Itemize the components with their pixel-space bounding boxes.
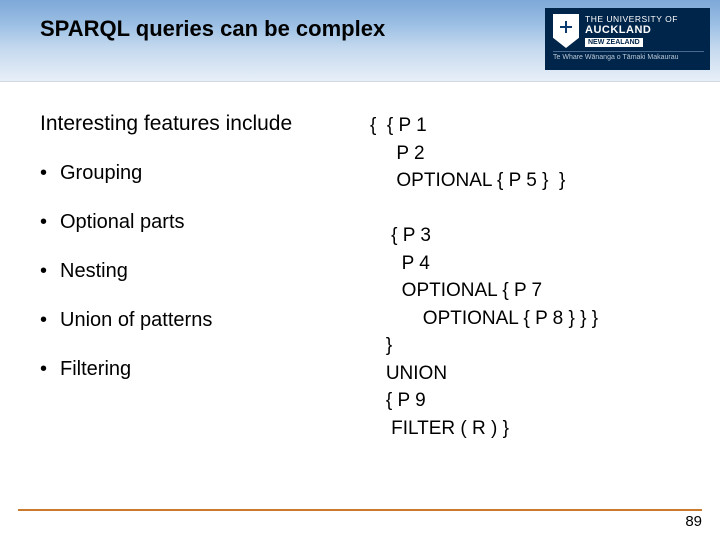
footer-rule xyxy=(18,509,702,511)
intro-text: Interesting features include xyxy=(40,112,370,136)
list-item: Optional parts xyxy=(40,211,370,234)
slide-header: SPARQL queries can be complex THE UNIVER… xyxy=(0,0,720,82)
page-number: 89 xyxy=(18,513,702,530)
list-item: Nesting xyxy=(40,260,370,283)
list-item: Grouping xyxy=(40,162,370,185)
left-column: Interesting features include Grouping Op… xyxy=(40,112,370,443)
list-item: Union of patterns xyxy=(40,309,370,332)
code-block: { { P 1 P 2 OPTIONAL { P 5 } } { P 3 P 4… xyxy=(370,112,690,443)
logo-maori: Te Whare Wānanga o Tāmaki Makaurau xyxy=(553,51,704,61)
feature-list: Grouping Optional parts Nesting Union of… xyxy=(40,162,370,381)
slide-footer: 89 xyxy=(0,509,720,530)
slide: SPARQL queries can be complex THE UNIVER… xyxy=(0,0,720,540)
slide-body: Interesting features include Grouping Op… xyxy=(0,82,720,443)
university-logo: THE UNIVERSITY OF AUCKLAND NEW ZEALAND T… xyxy=(545,8,710,70)
logo-tag: NEW ZEALAND xyxy=(585,38,643,47)
crest-icon xyxy=(553,14,579,48)
list-item: Filtering xyxy=(40,358,370,381)
